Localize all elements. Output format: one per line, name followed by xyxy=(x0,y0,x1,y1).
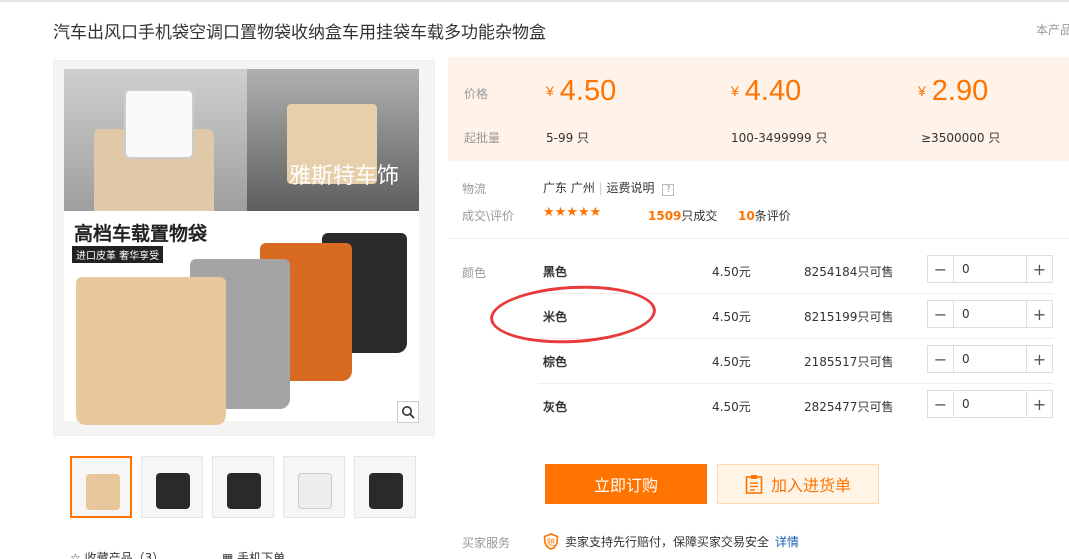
shipping-fee-link[interactable]: 运费说明 xyxy=(607,181,655,195)
currency-symbol: ¥ xyxy=(546,83,554,99)
price-value: 4.40 xyxy=(744,75,802,107)
main-product-image[interactable]: 雅斯特车饰 高档车载置物袋 进口皮革 奢华享受 xyxy=(53,60,435,436)
thumbnail-image xyxy=(86,474,120,510)
section-divider xyxy=(448,238,1069,239)
variant-name: 黑色 xyxy=(543,265,568,279)
service-details-link[interactable]: 详情 xyxy=(775,533,799,550)
mobile-order-link[interactable]: ▦ 手机下单 xyxy=(222,549,285,559)
quantity-stepper: − 0 + xyxy=(927,345,1053,373)
variant-stock: 2185517只可售 xyxy=(804,355,894,369)
price-tier-1: ¥4.50 xyxy=(546,75,616,108)
variant-row-black: 黑色 4.50元 8254184只可售 − 0 + xyxy=(448,249,1069,294)
decrease-button[interactable]: − xyxy=(928,346,954,372)
clipboard-icon xyxy=(745,475,763,494)
add-to-cart-label: 加入进货单 xyxy=(770,476,851,495)
range-tier-1: 5-99 只 xyxy=(546,131,590,145)
product-banner: 高档车载置物袋 进口皮革 奢华享受 xyxy=(64,211,419,425)
buyer-service-label: 买家服务 xyxy=(462,536,511,550)
thumbnail-image xyxy=(227,473,261,509)
quantity-input[interactable]: 0 xyxy=(954,391,1026,417)
range-tier-2: 100-3499999 只 xyxy=(731,131,828,145)
top-divider xyxy=(0,0,1069,2)
variant-stock: 8254184只可售 xyxy=(804,265,894,279)
qr-icon: ▦ xyxy=(222,551,238,559)
variant-stock: 8215199只可售 xyxy=(804,310,894,324)
thumbnail-image xyxy=(298,473,332,509)
favorite-link[interactable]: ☆ 收藏产品（3） xyxy=(70,549,164,559)
variant-row-gray: 灰色 4.50元 2825477只可售 − 0 + xyxy=(448,384,1069,429)
increase-button[interactable]: + xyxy=(1026,346,1052,372)
thumbnail-2[interactable] xyxy=(141,456,203,518)
price-value: 4.50 xyxy=(559,75,617,107)
quantity-input[interactable]: 0 xyxy=(954,301,1026,327)
price-panel: 价格 起批量 ¥4.50 5-99 只 ¥4.40 100-3499999 只 … xyxy=(448,57,1069,161)
variant-name: 棕色 xyxy=(543,355,568,369)
buyer-service: 赔 卖家支持先行赔付，保障买家交易安全 详情 xyxy=(543,533,799,550)
min-qty-label: 起批量 xyxy=(464,131,501,145)
quantity-stepper: − 0 + xyxy=(927,390,1053,418)
logistics-label: 物流 xyxy=(462,182,487,196)
product-title: 汽车出风口手机袋空调口置物袋收纳盒车用挂袋车载多功能杂物盒 xyxy=(53,23,546,43)
watermark-text: 雅斯特车饰 xyxy=(289,164,400,189)
banner-tag: 进口皮革 奢华享受 xyxy=(72,246,164,263)
review-info[interactable]: 10条评价 xyxy=(738,207,791,224)
thumbnail-5[interactable] xyxy=(354,456,416,518)
ship-from: 广东 广州 xyxy=(543,181,595,195)
corner-text[interactable]: 本产品 xyxy=(1036,21,1069,38)
star-outline-icon: ☆ xyxy=(70,551,85,559)
zoom-icon[interactable] xyxy=(397,401,419,423)
order-now-button[interactable]: 立即订购 xyxy=(545,464,707,504)
variant-stock: 2825477只可售 xyxy=(804,400,894,414)
quantity-stepper: − 0 + xyxy=(927,300,1053,328)
decrease-button[interactable]: − xyxy=(928,256,954,282)
review-suffix: 条评价 xyxy=(754,209,791,223)
price-value: 2.90 xyxy=(931,75,989,107)
rating-stars: ★★★★★ xyxy=(543,205,602,220)
quantity-stepper: − 0 + xyxy=(927,255,1053,283)
thumbnail-image xyxy=(156,473,190,509)
thumbnail-3[interactable] xyxy=(212,456,274,518)
svg-text:赔: 赔 xyxy=(547,537,555,547)
phone-in-holder xyxy=(124,89,194,159)
sold-info[interactable]: 1509只成交 xyxy=(648,207,717,224)
thumbnail-4[interactable] xyxy=(283,456,345,518)
quantity-input[interactable]: 0 xyxy=(954,256,1026,282)
variant-price: 4.50元 xyxy=(712,355,751,369)
quantity-input[interactable]: 0 xyxy=(954,346,1026,372)
range-tier-3: ≥3500000 只 xyxy=(921,131,1001,145)
help-icon[interactable]: ? xyxy=(662,184,675,196)
variant-price: 4.50元 xyxy=(712,265,751,279)
price-tier-2: ¥4.40 xyxy=(731,75,801,108)
increase-button[interactable]: + xyxy=(1026,256,1052,282)
mobile-order-label: 手机下单 xyxy=(237,551,286,559)
add-to-cart-button[interactable]: 加入进货单 xyxy=(717,464,879,504)
logistics-info: 广东 广州 | 运费说明 ? xyxy=(543,179,675,196)
thumbnail-image xyxy=(369,473,403,509)
price-tier-3: ¥2.90 xyxy=(918,75,988,108)
increase-button[interactable]: + xyxy=(1026,391,1052,417)
currency-symbol: ¥ xyxy=(918,83,926,99)
photo-vent-holder xyxy=(247,69,419,217)
variant-row-brown: 棕色 4.50元 2185517只可售 − 0 + xyxy=(448,339,1069,384)
decrease-button[interactable]: − xyxy=(928,301,954,327)
beige-bag xyxy=(76,277,226,425)
increase-button[interactable]: + xyxy=(1026,301,1052,327)
divider: | xyxy=(598,181,607,195)
shield-icon: 赔 xyxy=(543,533,559,550)
variant-price: 4.50元 xyxy=(712,310,751,324)
currency-symbol: ¥ xyxy=(731,83,739,99)
banner-title: 高档车载置物袋 xyxy=(74,223,208,245)
variant-name: 灰色 xyxy=(543,400,568,414)
service-text: 卖家支持先行赔付，保障买家交易安全 xyxy=(565,535,770,549)
price-label: 价格 xyxy=(464,87,489,101)
thumbnail-1[interactable] xyxy=(70,456,132,518)
favorite-label: 收藏产品（3） xyxy=(84,551,165,559)
variant-price: 4.50元 xyxy=(712,400,751,414)
sold-count: 1509 xyxy=(648,209,682,223)
review-count: 10 xyxy=(738,209,755,223)
decrease-button[interactable]: − xyxy=(928,391,954,417)
deal-label: 成交\评价 xyxy=(462,209,515,223)
sold-suffix: 只成交 xyxy=(681,209,718,223)
